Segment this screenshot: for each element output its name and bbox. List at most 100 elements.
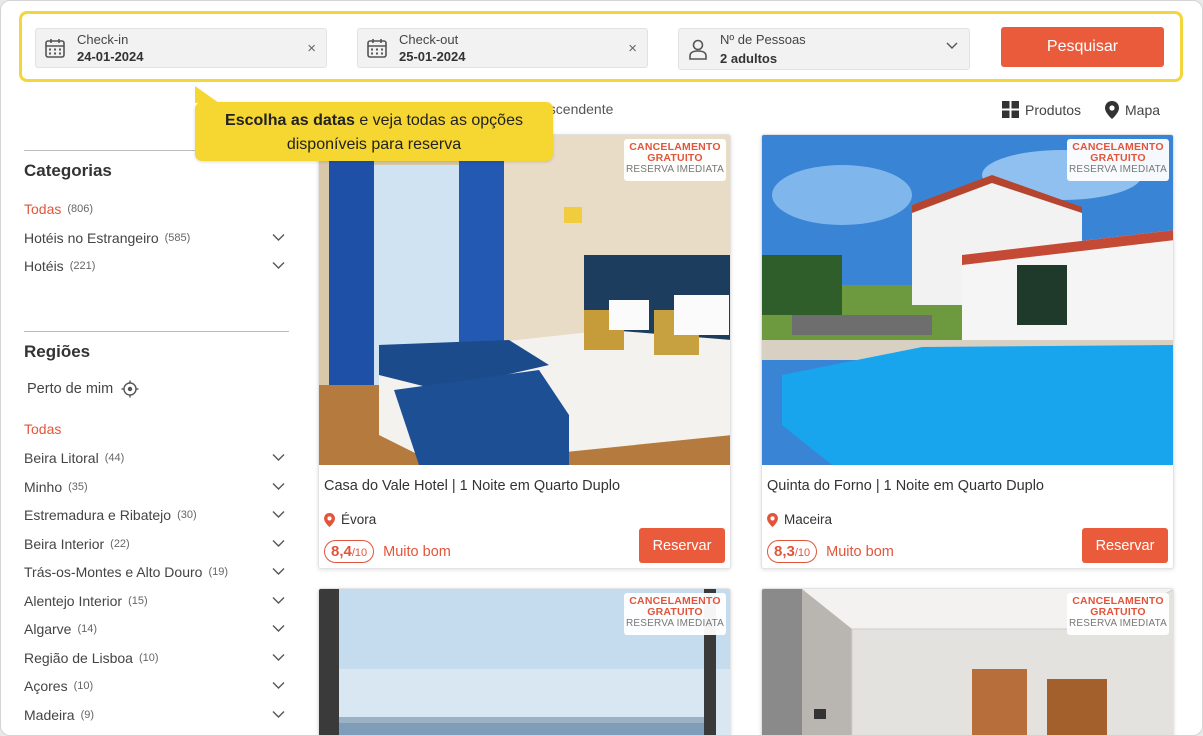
region-count: (14) [77,623,98,635]
map-label: Mapa [1125,102,1161,118]
rating-word: Muito bom [383,543,451,560]
location-text: Maceira [784,512,833,527]
rating-word: Muito bom [826,543,894,560]
location-target-icon [121,380,139,398]
reserve-button[interactable]: Reservar [1082,528,1168,563]
chevron-down-icon[interactable] [272,653,285,662]
badge-line-2: GRATUITO [647,152,703,164]
chevron-down-icon [946,42,958,49]
product-location: Maceira [767,512,832,527]
hotel-pool-image[interactable] [762,135,1173,465]
search-button[interactable]: Pesquisar [1001,27,1164,67]
region-item[interactable]: Região de Lisboa (10) [24,650,289,666]
category-label: Todas [24,201,62,217]
product-card[interactable]: CANCELAMENTO GRATUITO RESERVA IMEDIATA Q… [761,134,1174,569]
region-item[interactable]: Beira Litoral (44) [24,450,289,466]
region-count: (10) [138,651,159,664]
region-count: (10) [73,680,94,692]
region-label: Todas [24,421,62,437]
free-cancellation-badge: CANCELAMENTO GRATUITO RESERVA IMEDIATA [1067,593,1169,635]
badge-line-3: RESERVA IMEDIATA [1068,618,1168,629]
chevron-down-icon[interactable] [272,681,285,690]
region-item[interactable]: Açores (10) [24,678,289,694]
chevron-down-icon[interactable] [272,233,285,242]
category-label: Hotéis [24,258,64,274]
product-title[interactable]: Casa do Vale Hotel | 1 Noite em Quarto D… [324,478,620,494]
hotel-room-image[interactable] [319,135,730,465]
category-label: Hotéis no Estrangeiro [24,230,159,246]
region-label: Alentejo Interior [24,592,123,609]
product-card[interactable]: CANCELAMENTO GRATUITO RESERVA IMEDIATA [761,588,1174,735]
products-view-toggle[interactable]: Produtos [1002,101,1081,118]
chevron-down-icon[interactable] [272,624,285,633]
rating-score: 8,3/10 [767,540,818,563]
chevron-down-icon[interactable] [272,510,285,519]
chevron-down-icon[interactable] [272,482,285,491]
product-card[interactable]: CANCELAMENTO GRATUITO RESERVA IMEDIATA C… [318,134,731,569]
people-value: 2 adultos [720,51,778,66]
people-select[interactable]: Nº de Pessoas 2 adultos [678,28,970,70]
region-item[interactable]: Estremadura e Ribatejo (30) [24,507,289,523]
near-me-label: Perto de mim [27,381,114,397]
region-item[interactable]: Algarve (14) [24,621,289,637]
product-card[interactable]: CANCELAMENTO GRATUITO RESERVA IMEDIATA [318,588,731,735]
badge-line-2: GRATUITO [1090,152,1146,164]
clear-checkin-icon[interactable]: × [307,40,316,57]
grid-icon [1002,101,1019,118]
checkin-field[interactable]: Check-in 24-01-2024 × [35,28,327,68]
region-label: Trás-os-Montes e Alto Douro [24,564,203,580]
region-label: Madeira [24,706,75,723]
near-me-button[interactable]: Perto de mim [27,380,292,398]
region-item[interactable]: Madeira (9) [24,707,289,723]
region-item[interactable]: Trás-os-Montes e Alto Douro (19) [24,564,289,580]
people-label: Nº de Pessoas [720,32,806,47]
checkin-label: Check-in [77,32,129,47]
region-label: Minho [24,478,63,495]
location-pin-icon [767,512,778,527]
badge-line-3: RESERVA IMEDIATA [1068,164,1168,175]
chevron-down-icon[interactable] [272,453,285,462]
region-item[interactable]: Alentejo Interior (15) [24,593,289,609]
rating-score: 8,4/10 [324,540,375,563]
map-view-toggle[interactable]: Mapa [1105,101,1160,119]
region-count: (35) [68,480,88,493]
region-label: Beira Interior [24,535,105,552]
checkout-value: 25-01-2024 [399,49,466,64]
categories-title: Categorias [24,161,112,180]
region-count: (44) [104,452,125,464]
region-count: (9) [80,708,95,721]
chevron-down-icon[interactable] [272,567,285,576]
free-cancellation-badge: CANCELAMENTO GRATUITO RESERVA IMEDIATA [1067,139,1169,181]
person-icon [689,39,707,60]
location-pin-icon [324,512,335,527]
category-item-hoteis[interactable]: Hotéis (221) [24,258,289,274]
category-count: (221) [69,260,96,272]
free-cancellation-badge: CANCELAMENTO GRATUITO RESERVA IMEDIATA [624,593,726,635]
chevron-down-icon[interactable] [272,539,285,548]
region-label: Algarve [24,621,72,637]
chevron-down-icon[interactable] [272,710,285,719]
region-item-todas[interactable]: Todas [24,421,289,437]
category-item-hoteis-estrangeiro[interactable]: Hotéis no Estrangeiro (585) [24,230,289,246]
divider [24,331,289,332]
chevron-down-icon[interactable] [272,261,285,270]
date-hint-tooltip: Escolha as datas e veja todas as opções … [195,86,553,161]
product-title[interactable]: Quinta do Forno | 1 Noite em Quarto Dupl… [767,478,1044,494]
region-item[interactable]: Beira Interior (22) [24,536,289,552]
product-location: Évora [324,512,376,527]
badge-line-2: GRATUITO [1090,606,1146,618]
calendar-icon [367,39,387,58]
page-frame: Check-in 24-01-2024 × Check-out 25-01-20… [0,0,1203,736]
category-item-todas[interactable]: Todas (806) [24,201,289,217]
clear-checkout-icon[interactable]: × [628,40,637,57]
chevron-down-icon[interactable] [272,596,285,605]
region-item[interactable]: Minho (35) [24,479,289,495]
location-text: Évora [341,512,377,527]
checkout-field[interactable]: Check-out 25-01-2024 × [357,28,648,68]
products-label: Produtos [1025,101,1082,118]
badge-line-3: RESERVA IMEDIATA [625,164,725,175]
region-count: (19) [208,566,229,578]
free-cancellation-badge: CANCELAMENTO GRATUITO RESERVA IMEDIATA [624,139,726,181]
reserve-button[interactable]: Reservar [639,528,725,563]
region-count: (30) [177,509,197,521]
